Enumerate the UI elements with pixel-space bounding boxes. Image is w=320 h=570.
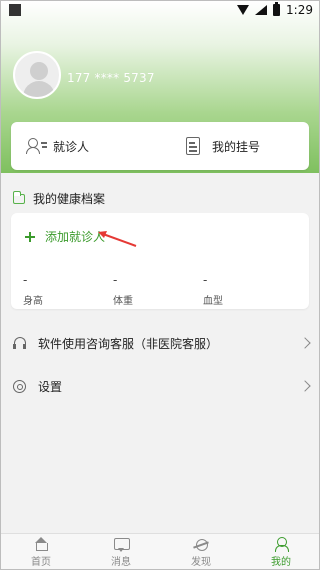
- patient-button[interactable]: 就诊人: [11, 122, 160, 170]
- settings-left: 设置: [13, 378, 62, 395]
- headset-icon: [13, 336, 26, 350]
- metric-weight: - 体重: [113, 273, 203, 307]
- metric-label: 血型: [203, 296, 223, 307]
- metric-label: 身高: [23, 296, 43, 307]
- message-icon: [113, 537, 130, 552]
- quick-actions-card: 就诊人 我的挂号: [11, 122, 309, 170]
- status-icons: 1:29: [237, 2, 313, 17]
- avatar[interactable]: [13, 51, 61, 99]
- plus-icon: [25, 231, 35, 242]
- battery-icon: [273, 2, 281, 16]
- metric-value: -: [113, 273, 118, 287]
- customer-service-label: 软件使用咨询客服（非医院客服）: [38, 336, 219, 351]
- tab-home[interactable]: 首页: [1, 534, 81, 569]
- avatar-body-shape: [23, 81, 55, 97]
- tab-me[interactable]: 我的: [241, 534, 319, 569]
- tab-me-label: 我的: [271, 557, 291, 568]
- registration-icon: [184, 137, 202, 155]
- add-patient-label: 添加就诊人: [45, 230, 106, 244]
- signal-icon: [255, 5, 268, 15]
- registration-label: 我的挂号: [212, 139, 261, 154]
- add-patient-button[interactable]: 添加就诊人: [25, 228, 105, 245]
- patient-label: 就诊人: [53, 139, 90, 154]
- health-record-card: 添加就诊人 - 身高 - 体重 - 血型: [11, 213, 309, 309]
- folder-icon: [13, 190, 25, 204]
- status-time: 1:29: [286, 3, 313, 17]
- health-record-title-text: 我的健康档案: [33, 192, 106, 206]
- settings-item[interactable]: 设置: [1, 369, 319, 403]
- discover-icon: [193, 537, 209, 551]
- wifi-icon: [237, 5, 250, 15]
- tab-discover-label: 发现: [191, 557, 211, 568]
- metric-value: -: [203, 273, 208, 287]
- health-metrics: - 身高 - 体重 - 血型: [23, 273, 293, 307]
- metric-label: 体重: [113, 296, 133, 307]
- status-bar: 1:29: [1, 1, 319, 19]
- metric-blood-type: - 血型: [203, 273, 293, 307]
- metric-height: - 身高: [23, 273, 113, 307]
- metric-value: -: [23, 273, 28, 287]
- me-icon: [273, 537, 289, 552]
- app-screen: 1:29 177 **** 5737 就诊人 我的挂号 我的健康档案 添加就诊人: [0, 0, 320, 570]
- patient-icon: [25, 137, 47, 155]
- customer-service-left: 软件使用咨询客服（非医院客服）: [13, 335, 218, 352]
- tab-messages-label: 消息: [111, 557, 131, 568]
- user-phone[interactable]: 177 **** 5737: [67, 71, 155, 85]
- customer-service-item[interactable]: 软件使用咨询客服（非医院客服）: [1, 326, 319, 360]
- home-icon: [33, 537, 49, 551]
- tab-home-label: 首页: [31, 557, 51, 568]
- tab-messages[interactable]: 消息: [81, 534, 161, 569]
- avatar-head-shape: [30, 62, 48, 80]
- health-record-title: 我的健康档案: [13, 190, 105, 207]
- tab-discover[interactable]: 发现: [161, 534, 241, 569]
- bottom-tab-bar: 首页 消息 发现 我的: [1, 533, 319, 569]
- registration-button[interactable]: 我的挂号: [160, 122, 309, 170]
- chevron-right-icon: [299, 337, 311, 349]
- settings-label: 设置: [38, 379, 63, 394]
- status-square-icon: [9, 4, 21, 16]
- gear-icon: [13, 379, 26, 393]
- chevron-right-icon: [299, 380, 311, 392]
